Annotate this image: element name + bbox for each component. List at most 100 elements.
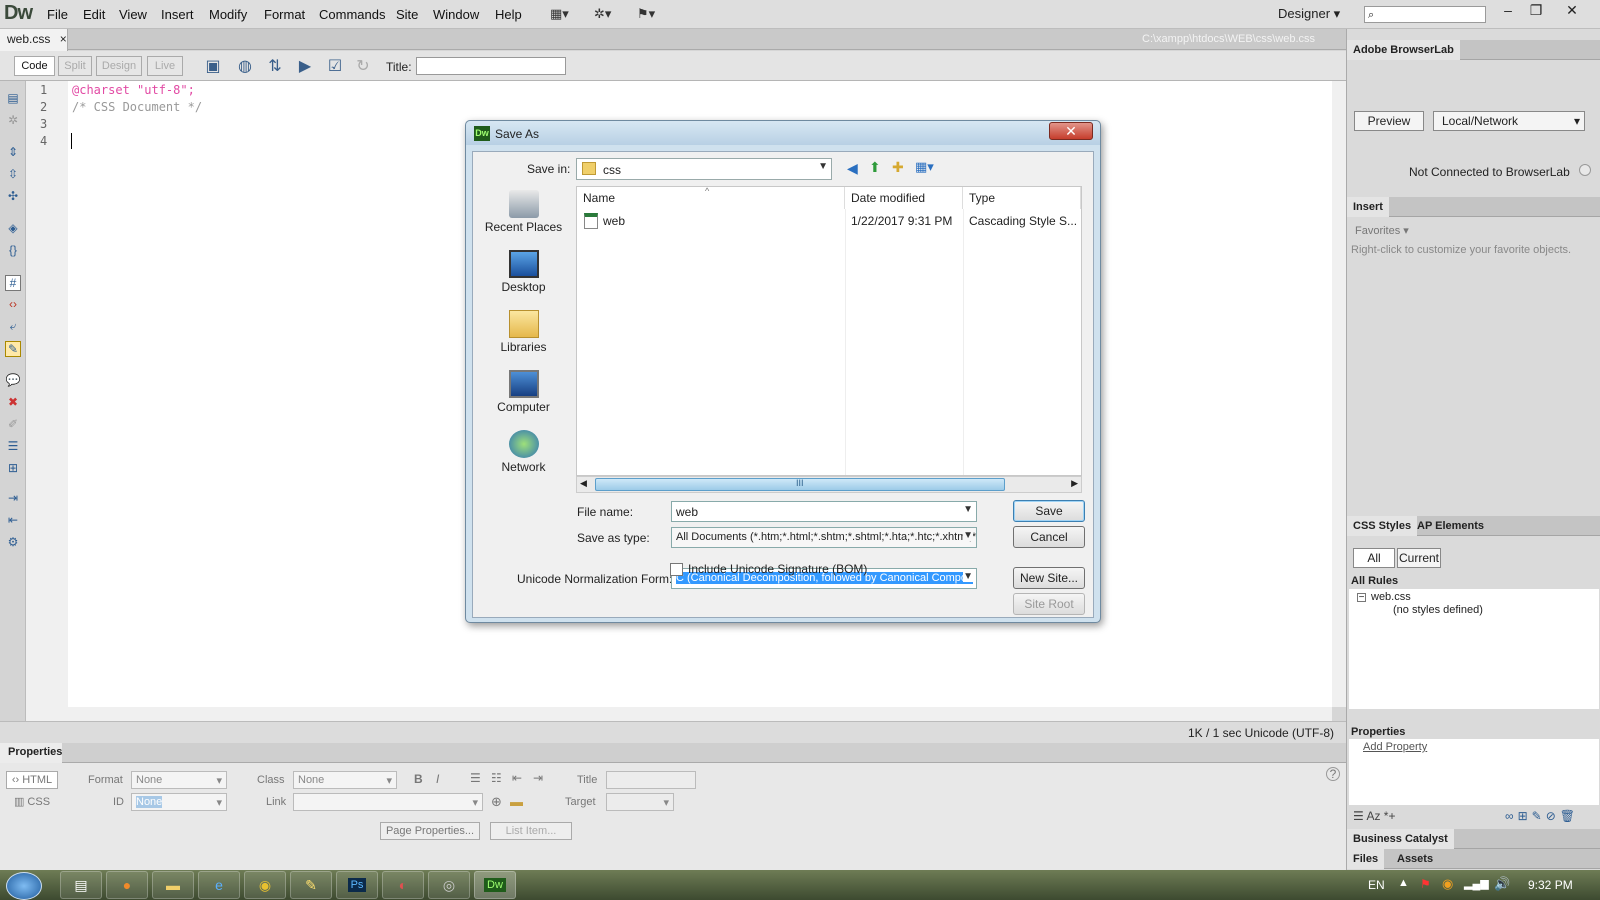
place-computer[interactable]: Computer bbox=[475, 370, 572, 414]
select-parent-tag-icon[interactable]: ◈ bbox=[5, 221, 21, 237]
favorites-select[interactable]: Favorites ▾ bbox=[1355, 224, 1409, 237]
dialog-title-bar[interactable]: Dw Save As ✕ bbox=[466, 121, 1100, 145]
insert-tab[interactable]: Insert bbox=[1347, 197, 1389, 217]
indent-icon[interactable]: ⇥ bbox=[533, 771, 543, 785]
refresh-icon[interactable]: ↻ bbox=[352, 56, 374, 76]
add-property-link[interactable]: Add Property bbox=[1363, 741, 1427, 753]
assets-tab[interactable]: Assets bbox=[1391, 849, 1439, 869]
close-window-button[interactable]: ✕ bbox=[1558, 2, 1586, 20]
menu-site[interactable]: Site bbox=[396, 7, 418, 22]
menu-format[interactable]: Format bbox=[264, 7, 305, 22]
ordered-list-icon[interactable]: ☷ bbox=[491, 771, 502, 785]
taskbar-app-notepad[interactable]: ▤ bbox=[60, 871, 102, 899]
close-icon[interactable]: × bbox=[60, 32, 67, 46]
indent-code-icon[interactable]: ⇥ bbox=[5, 491, 21, 507]
italic-icon[interactable]: I bbox=[436, 772, 439, 786]
menu-commands[interactable]: Commands bbox=[319, 7, 385, 22]
target-select[interactable]: ▾ bbox=[606, 793, 674, 811]
balance-braces-icon[interactable]: {} bbox=[5, 243, 21, 259]
taskbar-app-ie[interactable]: e bbox=[198, 871, 240, 899]
format-source-icon[interactable]: ⚙ bbox=[5, 535, 21, 551]
volume-icon[interactable]: 🔊 bbox=[1494, 876, 1510, 892]
new-folder-icon[interactable]: ✚ bbox=[892, 159, 904, 176]
syntax-coloring-icon[interactable]: ✎ bbox=[5, 341, 21, 357]
preview-browser-icon[interactable]: ◍ bbox=[234, 56, 256, 76]
menu-insert[interactable]: Insert bbox=[161, 7, 194, 22]
language-indicator[interactable]: EN bbox=[1368, 878, 1385, 892]
disable-property-icon[interactable]: ⊘ bbox=[1546, 809, 1560, 823]
split-view-button[interactable]: Split bbox=[58, 56, 92, 76]
css-styles-tab[interactable]: CSS Styles bbox=[1347, 516, 1418, 536]
remove-comment-icon[interactable]: ✖ bbox=[5, 395, 21, 411]
wrap-tag-icon[interactable]: ✐ bbox=[5, 417, 21, 433]
properties-tab[interactable]: Properties bbox=[0, 743, 62, 763]
taskbar-app-chrome[interactable]: ◉ bbox=[244, 871, 286, 899]
menu-file[interactable]: File bbox=[47, 7, 68, 22]
html-mode-button[interactable]: ‹› HTML bbox=[6, 771, 58, 789]
taskbar-app-firefox[interactable]: ● bbox=[106, 871, 148, 899]
file-list-scrollbar[interactable]: ◀ III ▶ bbox=[576, 476, 1082, 493]
apply-comment-icon[interactable]: 💬 bbox=[5, 373, 21, 389]
place-desktop[interactable]: Desktop bbox=[475, 250, 572, 294]
cancel-button[interactable]: Cancel bbox=[1013, 526, 1085, 548]
attach-stylesheet-icon[interactable]: ∞ bbox=[1505, 809, 1518, 823]
show-code-navigator-icon[interactable]: ✲ bbox=[5, 113, 21, 129]
file-management-icon[interactable]: ⇅ bbox=[264, 56, 286, 76]
file-name-input[interactable]: web ▼ bbox=[671, 501, 977, 522]
view-menu-icon[interactable]: ▦▾ bbox=[915, 159, 934, 175]
local-network-select[interactable]: Local/Network ▾ bbox=[1433, 111, 1585, 131]
all-rules-button[interactable]: All bbox=[1353, 548, 1395, 568]
collapse-icon[interactable]: − bbox=[1357, 593, 1366, 603]
live-view-button[interactable]: Live bbox=[147, 56, 183, 76]
expand-all-icon[interactable]: ✣ bbox=[5, 189, 21, 205]
link-input[interactable]: ▾ bbox=[293, 793, 483, 811]
column-name[interactable]: Name ^ bbox=[577, 186, 845, 209]
code-horizontal-scrollbar[interactable] bbox=[26, 707, 1332, 721]
scroll-left-icon[interactable]: ◀ bbox=[580, 478, 587, 489]
move-css-icon[interactable]: ⊞ bbox=[5, 461, 21, 477]
title-input[interactable] bbox=[416, 57, 566, 75]
w3c-validation-icon[interactable]: ▶ bbox=[294, 56, 316, 76]
new-rule-icon[interactable]: ⊞ bbox=[1518, 809, 1532, 823]
delete-rule-icon[interactable]: 🗑 bbox=[1560, 809, 1579, 823]
taskbar-app-photoshop[interactable]: Ps bbox=[336, 871, 378, 899]
title-input[interactable] bbox=[606, 771, 696, 789]
minimize-button[interactable]: – bbox=[1494, 2, 1522, 20]
collapse-selection-icon[interactable]: ⇳ bbox=[5, 167, 21, 183]
rule-file[interactable]: web.css bbox=[1371, 591, 1411, 603]
outdent-code-icon[interactable]: ⇤ bbox=[5, 513, 21, 529]
alpha-view-icon[interactable]: Az bbox=[1366, 809, 1380, 823]
taskbar-app-tools[interactable]: ✎ bbox=[290, 871, 332, 899]
file-list[interactable]: Name ^ Date modified Type web 1/22/2017 9… bbox=[576, 186, 1082, 476]
open-documents-icon[interactable]: ▤ bbox=[5, 91, 21, 107]
browserlab-tab[interactable]: Adobe BrowserLab bbox=[1347, 40, 1460, 60]
check-browser-icon[interactable]: ☑ bbox=[324, 56, 346, 76]
layout-icon[interactable]: ▦▾ bbox=[550, 6, 569, 22]
line-numbers-icon[interactable]: # bbox=[5, 275, 21, 291]
page-properties-button[interactable]: Page Properties... bbox=[380, 822, 480, 840]
up-folder-icon[interactable]: ⬆ bbox=[869, 159, 881, 176]
menu-window[interactable]: Window bbox=[433, 7, 479, 22]
save-button[interactable]: Save bbox=[1013, 500, 1085, 522]
set-properties-icon[interactable]: *+ bbox=[1384, 809, 1396, 823]
menu-help[interactable]: Help bbox=[495, 7, 522, 22]
outdent-icon[interactable]: ⇤ bbox=[512, 771, 522, 785]
start-button[interactable] bbox=[6, 872, 42, 900]
clock[interactable]: 9:32 PM bbox=[1528, 878, 1573, 892]
highlight-invalid-code-icon[interactable]: ‹› bbox=[5, 297, 21, 313]
multiscreen-icon[interactable]: ▣ bbox=[202, 56, 224, 76]
taskbar-app-explorer[interactable]: ▬ bbox=[152, 871, 194, 899]
recent-snippets-icon[interactable]: ☰ bbox=[5, 439, 21, 455]
file-row[interactable]: web 1/22/2017 9:31 PM Cascading Style S.… bbox=[577, 211, 1081, 231]
save-in-select[interactable]: css ▼ bbox=[576, 158, 832, 180]
help-icon[interactable]: ? bbox=[1326, 767, 1340, 781]
scroll-right-icon[interactable]: ▶ bbox=[1071, 478, 1078, 489]
point-to-file-icon[interactable]: ⊕ bbox=[491, 794, 502, 810]
collapse-tag-icon[interactable]: ⇕ bbox=[5, 145, 21, 161]
design-view-button[interactable]: Design bbox=[96, 56, 142, 76]
column-type[interactable]: Type bbox=[963, 187, 1081, 209]
scrollbar-thumb[interactable]: III bbox=[595, 478, 1005, 491]
business-catalyst-tab[interactable]: Business Catalyst bbox=[1347, 829, 1454, 849]
save-as-type-select[interactable]: All Documents (*.htm;*.html;*.shtm;*.sht… bbox=[671, 527, 977, 548]
action-center-icon[interactable]: ⚑ bbox=[1420, 877, 1431, 891]
